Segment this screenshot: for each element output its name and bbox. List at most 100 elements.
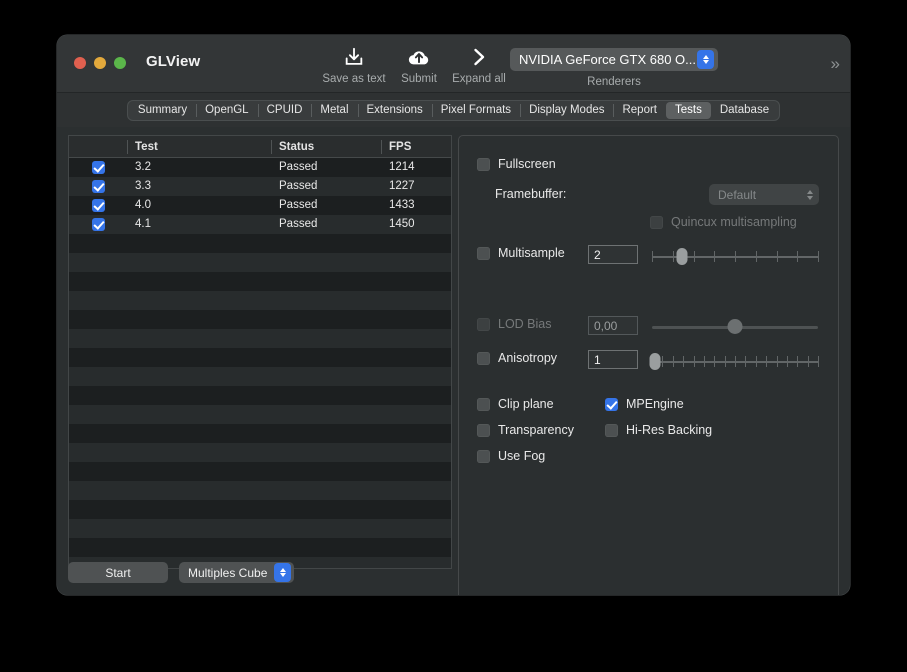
tab-opengl[interactable]: OpenGL bbox=[196, 102, 257, 119]
table-row-empty[interactable] bbox=[69, 291, 451, 310]
anisotropy-input[interactable]: 1 bbox=[588, 350, 638, 369]
table-row[interactable]: 3.3 Passed 1227 bbox=[69, 177, 451, 196]
download-icon bbox=[343, 44, 365, 70]
renderer-stepper-icon[interactable] bbox=[697, 50, 714, 69]
framebuffer-label: Framebuffer: bbox=[495, 187, 567, 201]
hi-res-backing-checkbox-row[interactable]: Hi-Res Backing bbox=[605, 423, 712, 437]
transparency-checkbox[interactable] bbox=[477, 423, 490, 437]
chevron-right-icon bbox=[469, 44, 489, 70]
transparency-checkbox-row[interactable]: Transparency bbox=[477, 423, 574, 437]
cell-test: 3.2 bbox=[135, 161, 151, 173]
column-header-test[interactable]: Test bbox=[127, 136, 271, 157]
column-header-status[interactable]: Status bbox=[271, 136, 381, 157]
lod-bias-slider-thumb[interactable] bbox=[727, 319, 743, 334]
row-checkbox-cell[interactable] bbox=[69, 199, 127, 212]
multisample-label: Multisample bbox=[498, 246, 565, 260]
multisample-checkbox[interactable] bbox=[477, 246, 490, 260]
fullscreen-checkbox[interactable] bbox=[477, 157, 490, 171]
tab-tests[interactable]: Tests bbox=[666, 101, 711, 119]
scene-stepper-icon[interactable] bbox=[274, 563, 292, 582]
clip-plane-checkbox[interactable] bbox=[477, 397, 490, 411]
anisotropy-slider-thumb[interactable] bbox=[649, 353, 661, 370]
row-checkbox[interactable] bbox=[91, 199, 105, 212]
row-checkbox-cell[interactable] bbox=[69, 161, 127, 174]
tab-cpuid[interactable]: CPUID bbox=[257, 102, 312, 119]
table-row-empty[interactable] bbox=[69, 272, 451, 291]
table-row[interactable]: 3.2 Passed 1214 bbox=[69, 158, 451, 177]
mpengine-checkbox[interactable] bbox=[605, 397, 618, 411]
table-row-empty[interactable] bbox=[69, 386, 451, 405]
framebuffer-popup-button[interactable]: Default bbox=[709, 184, 819, 205]
framebuffer-label-row: Framebuffer: bbox=[495, 187, 566, 201]
cell-fps: 1433 bbox=[389, 199, 415, 211]
row-checkbox[interactable] bbox=[91, 161, 105, 174]
table-row-empty[interactable] bbox=[69, 538, 451, 557]
lod-bias-input[interactable]: 0,00 bbox=[588, 316, 638, 335]
cell-test: 4.0 bbox=[135, 199, 151, 211]
bottom-bar: Start Multiples Cube bbox=[68, 562, 295, 583]
row-checkbox-cell[interactable] bbox=[69, 180, 127, 193]
close-button[interactable] bbox=[74, 57, 86, 69]
use-fog-checkbox-row[interactable]: Use Fog bbox=[477, 449, 545, 463]
toolbar-overflow-icon[interactable]: » bbox=[831, 54, 841, 74]
lod-bias-checkbox-row[interactable]: LOD Bias bbox=[477, 317, 552, 331]
table-row-empty[interactable] bbox=[69, 405, 451, 424]
multisample-slider[interactable] bbox=[652, 247, 819, 267]
lod-bias-checkbox[interactable] bbox=[477, 317, 490, 331]
tab-report[interactable]: Report bbox=[613, 102, 666, 119]
renderer-popup-button[interactable]: NVIDIA GeForce GTX 680 O... bbox=[510, 48, 718, 71]
hi-res-backing-checkbox[interactable] bbox=[605, 423, 618, 437]
clip-plane-checkbox-row[interactable]: Clip plane bbox=[477, 397, 554, 411]
fullscreen-checkbox-row[interactable]: Fullscreen bbox=[477, 157, 556, 171]
row-checkbox[interactable] bbox=[91, 218, 105, 231]
table-row-empty[interactable] bbox=[69, 519, 451, 538]
lod-bias-slider[interactable] bbox=[652, 317, 818, 337]
row-checkbox[interactable] bbox=[91, 180, 105, 193]
table-row[interactable]: 4.1 Passed 1450 bbox=[69, 215, 451, 234]
table-row-empty[interactable] bbox=[69, 367, 451, 386]
table-row-empty[interactable] bbox=[69, 234, 451, 253]
multisample-slider-thumb[interactable] bbox=[676, 248, 688, 265]
zoom-button[interactable] bbox=[114, 57, 126, 69]
traffic-lights bbox=[74, 57, 126, 69]
lod-bias-label: LOD Bias bbox=[498, 317, 552, 331]
cell-test: 4.1 bbox=[135, 218, 151, 230]
tab-metal[interactable]: Metal bbox=[311, 102, 357, 119]
titlebar: GLView Save as text Submit Expand all NV… bbox=[57, 35, 850, 93]
table-row-empty[interactable] bbox=[69, 310, 451, 329]
tab-display-modes[interactable]: Display Modes bbox=[520, 102, 613, 119]
use-fog-checkbox[interactable] bbox=[477, 449, 490, 463]
multisample-checkbox-row[interactable]: Multisample bbox=[477, 246, 565, 260]
start-button[interactable]: Start bbox=[68, 562, 168, 583]
tab-database[interactable]: Database bbox=[711, 102, 778, 119]
anisotropy-checkbox-row[interactable]: Anisotropy bbox=[477, 351, 557, 365]
tab-extensions[interactable]: Extensions bbox=[357, 102, 432, 119]
mpengine-checkbox-row[interactable]: MPEngine bbox=[605, 397, 684, 411]
anisotropy-checkbox[interactable] bbox=[477, 351, 490, 365]
column-header-fps[interactable]: FPS bbox=[381, 136, 451, 157]
tab-group: Summary OpenGL CPUID Metal Extensions Pixel F… bbox=[126, 99, 781, 121]
table-row-empty[interactable] bbox=[69, 462, 451, 481]
tab-pixel-formats[interactable]: Pixel Formats bbox=[431, 102, 520, 119]
table-row-empty[interactable] bbox=[69, 329, 451, 348]
scene-popup-button[interactable]: Multiples Cube bbox=[179, 562, 295, 583]
column-header-check[interactable] bbox=[69, 136, 127, 157]
use-fog-label: Use Fog bbox=[498, 449, 546, 463]
row-checkbox-cell[interactable] bbox=[69, 218, 127, 231]
minimize-button[interactable] bbox=[94, 57, 106, 69]
quincunx-checkbox[interactable] bbox=[650, 215, 663, 229]
table-row[interactable]: 4.0 Passed 1433 bbox=[69, 196, 451, 215]
anisotropy-slider[interactable] bbox=[649, 352, 819, 372]
table-row-empty[interactable] bbox=[69, 443, 451, 462]
cloud-upload-icon bbox=[407, 44, 431, 70]
table-row-empty[interactable] bbox=[69, 253, 451, 272]
tab-bar: Summary OpenGL CPUID Metal Extensions Pixel F… bbox=[57, 93, 850, 127]
table-row-empty[interactable] bbox=[69, 424, 451, 443]
tab-summary[interactable]: Summary bbox=[129, 102, 196, 119]
table-row-empty[interactable] bbox=[69, 348, 451, 367]
quincunx-checkbox-row[interactable]: Quincux multisampling bbox=[650, 215, 797, 229]
multisample-input[interactable]: 2 bbox=[588, 245, 638, 264]
table-row-empty[interactable] bbox=[69, 500, 451, 519]
transparency-label: Transparency bbox=[498, 423, 574, 437]
table-row-empty[interactable] bbox=[69, 481, 451, 500]
